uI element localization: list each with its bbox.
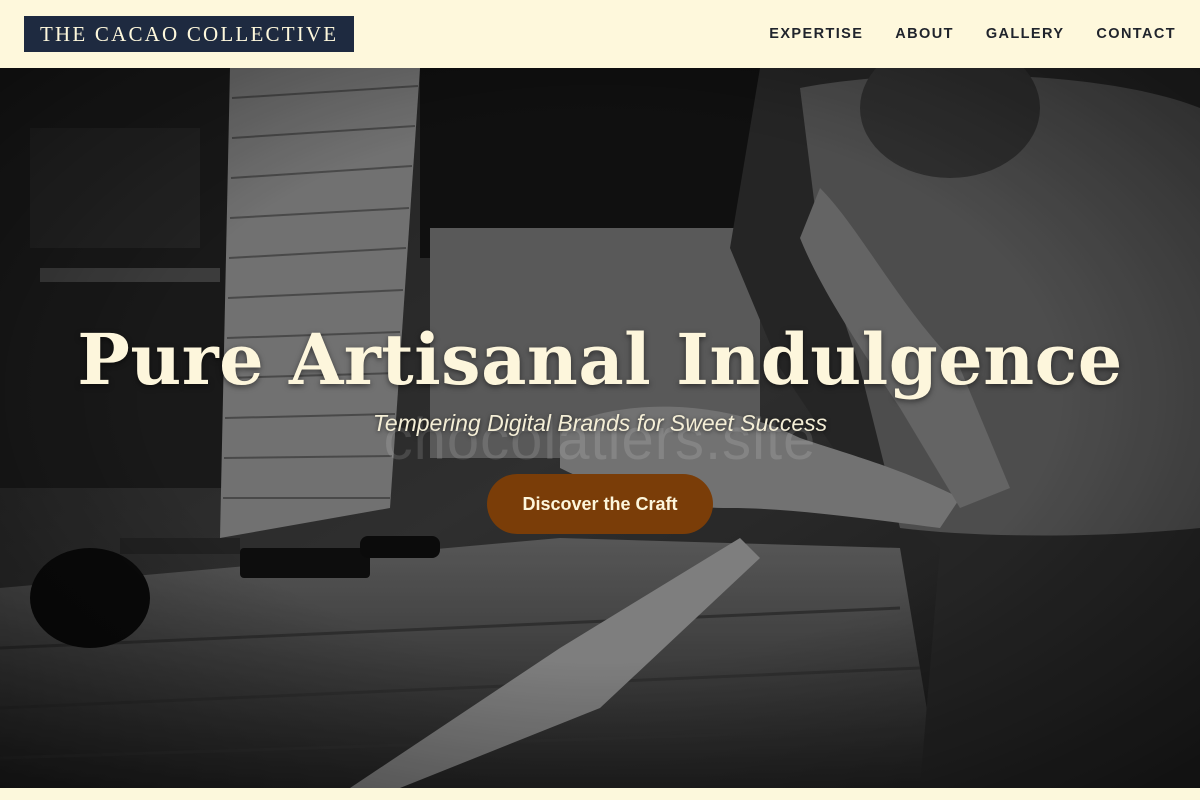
discover-craft-button[interactable]: Discover the Craft [487, 474, 713, 534]
nav-link-expertise[interactable]: EXPERTISE [769, 26, 863, 42]
hero-section: chocolatiers.site Pure Artisanal Indulge… [0, 68, 1200, 788]
page-bottom-strip [0, 788, 1200, 800]
hero-subtitle: Tempering Digital Brands for Sweet Succe… [372, 410, 828, 436]
brand-logo[interactable]: THE CACAO COLLECTIVE [24, 16, 355, 52]
nav-link-about[interactable]: ABOUT [895, 26, 954, 42]
main-nav: EXPERTISE ABOUT GALLERY CONTACT [737, 26, 1176, 42]
site-header: THE CACAO COLLECTIVE EXPERTISE ABOUT GAL… [0, 0, 1200, 68]
hero-title: Pure Artisanal Indulgence [77, 318, 1123, 401]
nav-link-gallery[interactable]: GALLERY [986, 26, 1065, 42]
brand-name: THE CACAO COLLECTIVE [40, 21, 339, 46]
nav-link-contact[interactable]: CONTACT [1096, 26, 1176, 42]
